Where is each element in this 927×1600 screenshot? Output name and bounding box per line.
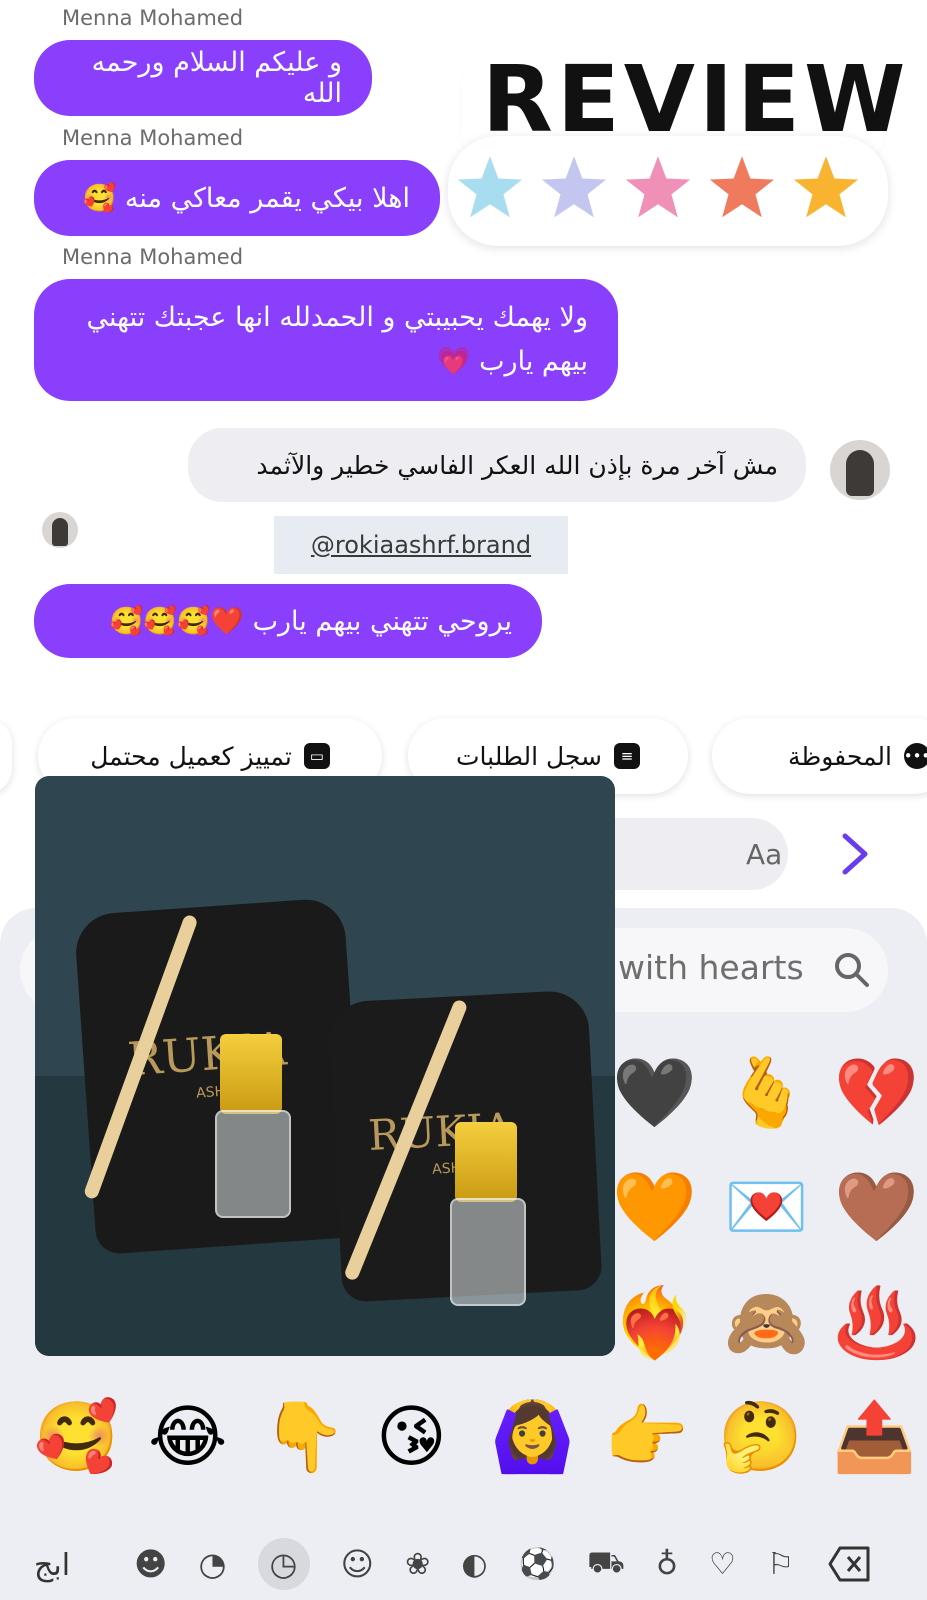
heart-icon[interactable]: ♡ (709, 1547, 736, 1582)
smiley-cool-icon[interactable]: ☻ (134, 1545, 167, 1583)
smiley-icon[interactable]: ☺ (341, 1545, 374, 1583)
emoji-heart-on-fire[interactable]: ❤️‍🔥 (612, 1290, 697, 1358)
rating-star (449, 147, 531, 225)
message-text-line-2: بيهم يارب 💗 (436, 346, 588, 377)
chevron-right-icon[interactable] (835, 830, 875, 878)
emoji-recent[interactable]: 📤 (832, 1404, 917, 1472)
category-bar: ☻ ◔ ◷ ☺ ❀ ◐ ⚽ ⛟ ♁ ♡ ⚐ (134, 1534, 794, 1594)
abc-key[interactable]: ابج (34, 1548, 70, 1583)
incoming-message[interactable]: مش آخر مرة بإذن الله العكر الفاسي خطير و… (188, 428, 806, 502)
message-text-line-1: ولا يهمك يحبيبتي و الحمدلله انها عجبتك ت… (86, 302, 588, 333)
outgoing-message[interactable]: و عليكم السلام ورحمه الله (34, 40, 372, 116)
message-text: اهلا بيكي يقمر معاكي منه 🥰 (82, 183, 410, 214)
review-title: REVIEW (482, 46, 910, 153)
rating-star (617, 147, 699, 225)
bottle (215, 1110, 291, 1218)
emoji-black-heart[interactable]: 🖤 (612, 1060, 697, 1128)
apple-icon[interactable]: ◐ (461, 1547, 487, 1582)
sender-name: Menna Mohamed (62, 126, 244, 150)
emoji-love-letter[interactable]: 💌 (724, 1174, 809, 1242)
emoji-hand[interactable]: 🫰 (724, 1060, 809, 1128)
lead-tag-icon: ▭ (303, 743, 330, 769)
emoji-brown-heart[interactable]: 🤎 (834, 1174, 919, 1242)
bottle-cap (455, 1122, 517, 1202)
emoji-orange-heart[interactable]: 🧡 (612, 1174, 697, 1242)
lightbulb-icon[interactable]: ♁ (656, 1547, 678, 1582)
flag-icon[interactable]: ⚐ (767, 1547, 794, 1582)
profile-link-card[interactable]: @rokiaashrf.brand (274, 516, 568, 574)
input-placeholder: Aa (746, 838, 783, 871)
emoji-recent[interactable]: 😂 (148, 1404, 227, 1472)
rating-star (785, 147, 867, 225)
outgoing-message[interactable]: يروحي تتهني بيهم يارب ❤️🥰🥰🥰 (34, 584, 542, 658)
profile-link[interactable]: @rokiaashrf.brand (311, 531, 531, 559)
chip-label: المحفوظة (787, 741, 892, 771)
search-text: with hearts (618, 948, 804, 987)
emoji-recent[interactable]: 👇 (262, 1404, 347, 1472)
backspace-icon[interactable] (826, 1542, 872, 1586)
partial-chip[interactable] (0, 718, 12, 794)
product-photo[interactable]: RUKIA ASH RUKIA ASH (35, 776, 615, 1356)
car-icon[interactable]: ⛟ (587, 1545, 625, 1584)
outgoing-message[interactable]: ولا يهمك يحبيبتي و الحمدلله انها عجبتك ت… (34, 279, 618, 401)
chip-label: تمييز كعميل محتمل (90, 741, 292, 771)
sticker-icon[interactable]: ◔ (198, 1545, 226, 1583)
bottle (450, 1198, 526, 1306)
chip-label: سجل الطلبات (456, 741, 603, 771)
rating-stars (449, 147, 867, 225)
emoji-see-no-evil[interactable]: 🙈 (724, 1290, 809, 1358)
avatar[interactable] (830, 440, 890, 500)
dog-icon[interactable]: ❀ (405, 1547, 430, 1582)
clock-icon[interactable]: ◷ (257, 1538, 310, 1590)
emoji-recent[interactable]: 👉 (604, 1404, 689, 1472)
message-text: يروحي تتهني بيهم يارب ❤️🥰🥰🥰 (109, 606, 512, 637)
emoji-recent[interactable]: 😘 (376, 1404, 447, 1472)
emoji-broken-heart[interactable]: 💔 (834, 1060, 919, 1128)
saved-replies-icon: ••• (904, 743, 927, 769)
sender-name: Menna Mohamed (62, 6, 244, 30)
emoji-recent[interactable]: 🤔 (718, 1404, 803, 1472)
rating-star (533, 147, 615, 225)
message-text: و عليكم السلام ورحمه الله (91, 47, 342, 109)
order-history-icon: ≡ (614, 743, 641, 769)
seen-avatar (42, 512, 78, 548)
emoji-hot-springs[interactable]: ♨️ (834, 1290, 919, 1358)
emoji-recent[interactable]: 🙆‍♀️ (490, 1404, 575, 1472)
search-icon (835, 953, 869, 987)
sender-name: Menna Mohamed (62, 245, 244, 269)
bottle-cap (220, 1034, 282, 1114)
outgoing-message[interactable]: اهلا بيكي يقمر معاكي منه 🥰 (34, 160, 440, 236)
emoji-recent[interactable]: 🥰 (34, 1404, 119, 1472)
rating-star (701, 147, 783, 225)
saved-replies-chip[interactable]: ••• المحفوظة (712, 718, 927, 794)
ball-icon[interactable]: ⚽ (519, 1547, 556, 1582)
message-text: مش آخر مرة بإذن الله العكر الفاسي خطير و… (256, 450, 778, 480)
